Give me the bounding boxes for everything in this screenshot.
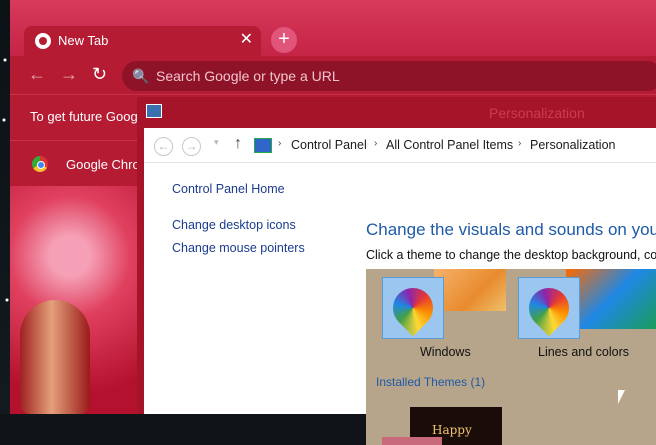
color-fan-icon xyxy=(384,279,442,337)
page-subtext: Click a theme to change the desktop back… xyxy=(366,248,656,262)
installed-theme-thumbnail-2[interactable] xyxy=(382,437,442,445)
recent-locations-dropdown-icon[interactable]: ▾ xyxy=(214,137,219,148)
forward-icon[interactable]: → xyxy=(60,65,78,83)
page-heading: Change the visuals and sounds on your co xyxy=(366,220,656,239)
breadcrumb-personalization[interactable]: Personalization xyxy=(530,138,615,152)
installed-theme-thumbnail-text: Happy xyxy=(432,423,472,437)
theme-lines-and-colors-label[interactable]: Lines and colors xyxy=(538,345,629,359)
christmas-ornament-image xyxy=(20,300,90,414)
close-tab-icon[interactable]: ✕ xyxy=(240,31,253,49)
control-panel-crumb-icon xyxy=(254,138,272,153)
tab-strip: New Tab ✕ + xyxy=(10,0,656,56)
up-button[interactable]: ↑ xyxy=(234,135,242,153)
theme-windows[interactable] xyxy=(382,277,444,339)
back-icon[interactable]: ← xyxy=(28,65,46,83)
window-title: Personalization xyxy=(489,105,585,121)
change-mouse-pointers-link[interactable]: Change mouse pointers xyxy=(172,241,305,255)
omnibox[interactable]: 🔍 Search Google or type a URL xyxy=(122,61,656,91)
tab-title: New Tab xyxy=(58,33,109,48)
color-fan-icon xyxy=(520,279,578,337)
chrome-favicon-icon xyxy=(35,33,51,49)
control-panel-window: Personalization ← → ▾ ↑ › Control Panel … xyxy=(137,97,656,445)
change-desktop-icons-link[interactable]: Change desktop icons xyxy=(172,218,296,232)
omnibox-placeholder[interactable]: Search Google or type a URL xyxy=(156,68,340,84)
theme-windows-label[interactable]: Windows xyxy=(420,345,471,359)
address-bar: ← → ▾ ↑ › Control Panel › All Control Pa… xyxy=(144,128,656,163)
reload-icon[interactable]: ↻ xyxy=(92,64,107,85)
browser-toolbar: ← → ↻ 🔍 Search Google or type a URL xyxy=(10,56,656,94)
control-panel-home-link[interactable]: Control Panel Home xyxy=(172,182,285,196)
installed-themes-heading: Installed Themes (1) xyxy=(376,375,486,389)
info-bar-text: To get future Goog xyxy=(30,109,138,124)
theme-lines-and-colors[interactable] xyxy=(518,277,580,339)
bookmark-google-chrome[interactable]: Google Chro xyxy=(66,157,140,172)
breadcrumb-all-items[interactable]: All Control Panel Items xyxy=(386,138,513,152)
search-icon: 🔍 xyxy=(132,68,150,84)
new-tab-button[interactable]: + xyxy=(271,27,297,53)
forward-button[interactable]: → xyxy=(182,137,201,156)
tab-new-tab[interactable]: New Tab ✕ xyxy=(24,26,261,56)
control-panel-icon xyxy=(146,104,162,118)
theme-gallery: Windows Lines and colors Installed Theme… xyxy=(366,269,656,445)
windows-wallpaper-preview xyxy=(434,269,506,311)
chrome-logo-icon xyxy=(32,156,48,172)
breadcrumb-separator[interactable]: › xyxy=(278,138,281,149)
breadcrumb-control-panel[interactable]: Control Panel xyxy=(291,138,367,152)
breadcrumb-separator[interactable]: › xyxy=(518,138,521,149)
back-button[interactable]: ← xyxy=(154,137,173,156)
breadcrumb-separator[interactable]: › xyxy=(374,138,377,149)
mouse-cursor-icon xyxy=(618,390,625,404)
